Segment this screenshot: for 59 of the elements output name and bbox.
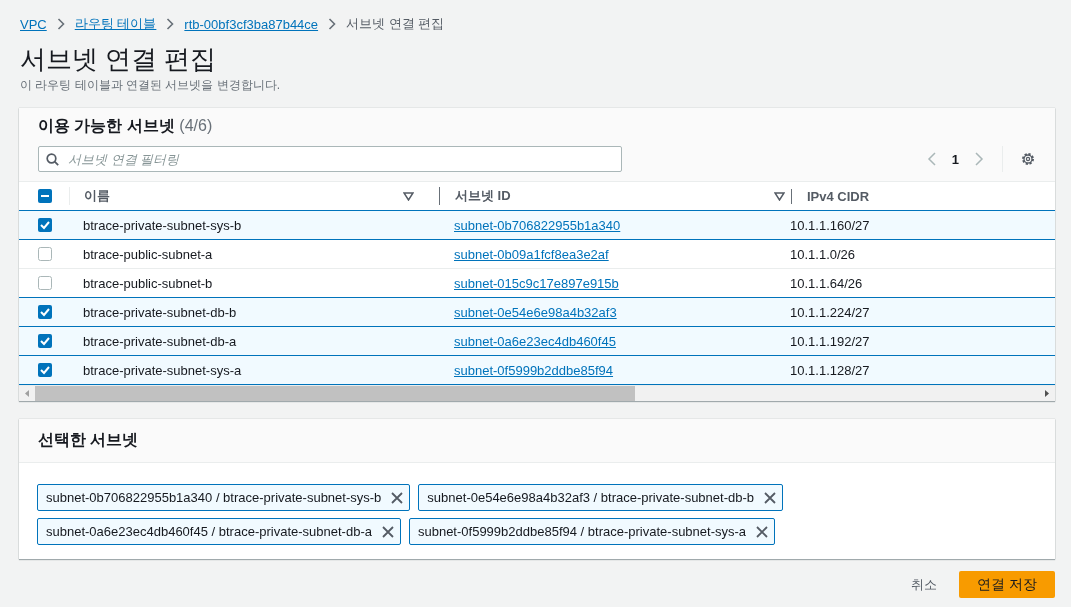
- subnet-link[interactable]: subnet-015c9c17e897e915b: [454, 275, 619, 291]
- close-icon[interactable]: [391, 491, 404, 504]
- page-title: 서브넷 연결 편집: [20, 43, 218, 75]
- section-title: 선택한 서브넷: [38, 430, 139, 450]
- table-cell: btrace-private-subnet-db-b: [83, 304, 237, 320]
- breadcrumb-current: 서브넷 연결 편집: [346, 15, 445, 33]
- subnet-link[interactable]: subnet-0e54e6e98a4b32af3: [454, 304, 617, 320]
- checkbox[interactable]: [38, 218, 52, 232]
- table-cell: btrace-public-subnet-a: [83, 246, 213, 262]
- chevron-right-icon: [328, 18, 337, 30]
- sort-icon[interactable]: [403, 191, 414, 201]
- table-row[interactable]: btrace-private-subnet-db-b subnet-0e54e6e98a4b32af3 10.1.1.224/27: [19, 297, 1055, 327]
- filter-field[interactable]: 서브넷 연결 필터링: [38, 146, 622, 172]
- table-cell: 10.1.1.160/27: [790, 217, 870, 233]
- subnet-link[interactable]: subnet-0a6e23ec4db460f45: [454, 333, 616, 349]
- checkbox[interactable]: [38, 334, 52, 348]
- checkbox[interactable]: [38, 189, 52, 203]
- save-button[interactable]: 연결 저장: [959, 571, 1055, 598]
- token-label: subnet-0f5999b2ddbe85f94 / btrace-private-subnet-sys-a: [417, 524, 747, 539]
- subnet-link[interactable]: subnet-0f5999b2ddbe85f94: [454, 362, 614, 378]
- checkbox[interactable]: [38, 363, 52, 377]
- table-cell: btrace-public-subnet-b: [83, 275, 213, 291]
- table-cell: 10.1.1.224/27: [790, 304, 870, 320]
- table-cell: btrace-private-subnet-db-a: [83, 333, 237, 349]
- breadcrumb-link[interactable]: 라우팅 테이블: [74, 15, 157, 33]
- token-label: subnet-0b706822955b1a340 / btrace-private-subnet-sys-b: [46, 490, 382, 505]
- checkbox[interactable]: [38, 276, 52, 290]
- table-cell: 10.1.1.128/27: [790, 362, 870, 378]
- table-row[interactable]: btrace-public-subnet-a subnet-0b09a1fcf8ea3e2af 10.1.1.0/26: [19, 239, 1055, 269]
- column-header[interactable]: 서브넷 ID: [455, 187, 511, 205]
- chevron-right-icon: [166, 18, 175, 30]
- table-row[interactable]: btrace-private-subnet-sys-a subnet-0f5999b2ddbe85f94 10.1.1.128/27: [19, 355, 1055, 385]
- page-description: 이 라우팅 테이블과 연결된 서브넷을 변경합니다.: [20, 77, 281, 94]
- section-title: 이용 가능한 서브넷 (4/6): [38, 116, 214, 136]
- breadcrumb-link[interactable]: VPC: [20, 16, 47, 32]
- table-cell: 10.1.1.0/26: [790, 246, 856, 262]
- table-row[interactable]: btrace-private-subnet-sys-b subnet-0b706822955b1a340 10.1.1.160/27: [19, 210, 1055, 240]
- close-icon[interactable]: [756, 525, 769, 538]
- column-header[interactable]: 이름: [84, 187, 110, 205]
- token-label: subnet-0a6e23ec4db460f45 / btrace-private-subnet-db-a: [46, 524, 372, 539]
- subnet-link[interactable]: subnet-0b09a1fcf8ea3e2af: [454, 246, 609, 262]
- table-cell: btrace-private-subnet-sys-a: [83, 362, 242, 378]
- checkbox[interactable]: [38, 305, 52, 319]
- checkbox[interactable]: [38, 247, 52, 261]
- sort-icon[interactable]: [774, 191, 785, 201]
- table-cell: btrace-private-subnet-sys-b: [83, 217, 242, 233]
- token-label: subnet-0e54e6e98a4b32af3 / btrace-private-subnet-db-b: [427, 490, 755, 505]
- subnet-link[interactable]: subnet-0b706822955b1a340: [454, 217, 621, 233]
- table-cell: 10.1.1.64/26: [790, 275, 863, 291]
- column-header[interactable]: IPv4 CIDR: [807, 188, 870, 204]
- cancel-button[interactable]: 취소: [893, 571, 956, 598]
- page-number[interactable]: 1: [951, 151, 959, 167]
- close-icon[interactable]: [381, 525, 394, 538]
- settings-icon[interactable]: [1021, 152, 1035, 166]
- table-cell: 10.1.1.192/27: [790, 333, 870, 349]
- table-row[interactable]: btrace-private-subnet-db-a subnet-0a6e23ec4db460f45 10.1.1.192/27: [19, 326, 1055, 356]
- close-icon[interactable]: [764, 491, 777, 504]
- breadcrumb-link[interactable]: rtb-00bf3cf3ba87b44ce: [184, 16, 319, 32]
- chevron-right-icon: [56, 18, 65, 30]
